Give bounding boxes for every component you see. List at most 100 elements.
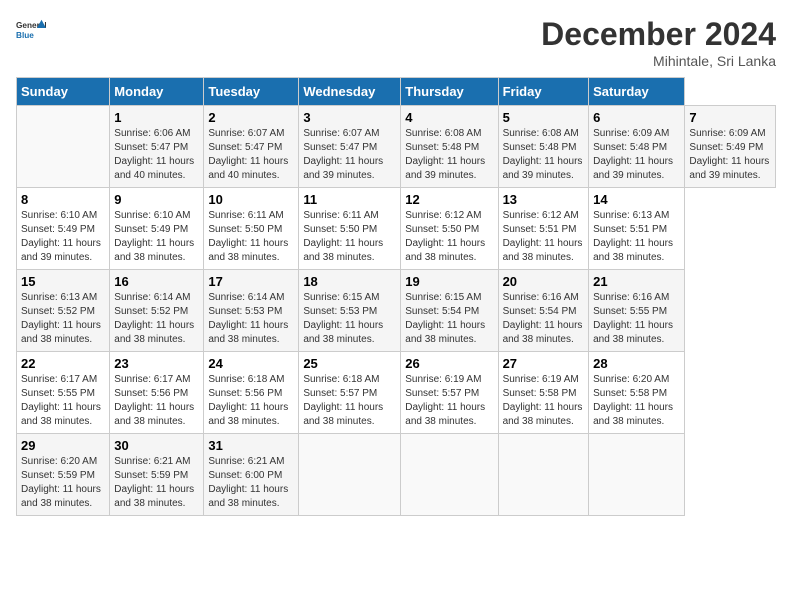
header-wednesday: Wednesday (299, 78, 401, 106)
day-info: Sunrise: 6:21 AMSunset: 5:59 PMDaylight:… (114, 455, 199, 511)
day-info: Sunrise: 6:08 AMSunset: 5:48 PMDaylight:… (503, 127, 585, 183)
day-number: 27 (503, 356, 585, 371)
day-info: Sunrise: 6:14 AMSunset: 5:53 PMDaylight:… (208, 291, 294, 347)
day-info: Sunrise: 6:10 AMSunset: 5:49 PMDaylight:… (21, 209, 105, 265)
calendar-cell (589, 434, 685, 516)
day-info: Sunrise: 6:19 AMSunset: 5:58 PMDaylight:… (503, 373, 585, 429)
calendar-cell (17, 106, 110, 188)
day-info: Sunrise: 6:10 AMSunset: 5:49 PMDaylight:… (114, 209, 199, 265)
calendar-cell: 27 Sunrise: 6:19 AMSunset: 5:58 PMDayligh… (498, 352, 589, 434)
calendar-cell: 26Sunrise: 6:19 AMSunset: 5:57 PMDayligh… (401, 352, 498, 434)
day-info: Sunrise: 6:07 AMSunset: 5:47 PMDaylight:… (208, 127, 294, 183)
calendar-cell: 5 Sunrise: 6:08 AMSunset: 5:48 PMDaylight… (498, 106, 589, 188)
calendar-cell: 15 Sunrise: 6:13 AMSunset: 5:52 PMDayligh… (17, 270, 110, 352)
day-number: 1 (114, 110, 199, 125)
day-info: Sunrise: 6:07 AMSunset: 5:47 PMDaylight:… (303, 127, 396, 183)
day-info: Sunrise: 6:13 AMSunset: 5:52 PMDaylight:… (21, 291, 105, 347)
day-info: Sunrise: 6:14 AMSunset: 5:52 PMDaylight:… (114, 291, 199, 347)
logo-icon: General Blue (16, 16, 46, 46)
day-number: 3 (303, 110, 396, 125)
calendar-cell: 12 Sunrise: 6:12 AMSunset: 5:50 PMDayligh… (401, 188, 498, 270)
day-number: 22 (21, 356, 105, 371)
calendar-cell: 14Sunrise: 6:13 AMSunset: 5:51 PMDayligh… (589, 188, 685, 270)
day-number: 11 (303, 192, 396, 207)
location-subtitle: Mihintale, Sri Lanka (541, 53, 776, 69)
day-info: Sunrise: 6:16 AMSunset: 5:54 PMDaylight:… (503, 291, 585, 347)
title-block: December 2024 Mihintale, Sri Lanka (541, 16, 776, 69)
header-tuesday: Tuesday (204, 78, 299, 106)
calendar-cell: 30 Sunrise: 6:21 AMSunset: 5:59 PMDayligh… (110, 434, 204, 516)
day-info: Sunrise: 6:12 AMSunset: 5:51 PMDaylight:… (503, 209, 585, 265)
day-number: 7 (689, 110, 771, 125)
day-number: 30 (114, 438, 199, 453)
day-number: 26 (405, 356, 493, 371)
calendar-cell (299, 434, 401, 516)
calendar-cell: 9Sunrise: 6:10 AMSunset: 5:49 PMDaylight… (110, 188, 204, 270)
calendar-cell: 29Sunrise: 6:20 AMSunset: 5:59 PMDayligh… (17, 434, 110, 516)
calendar-cell: 6 Sunrise: 6:09 AMSunset: 5:48 PMDaylight… (589, 106, 685, 188)
day-info: Sunrise: 6:20 AMSunset: 5:58 PMDaylight:… (593, 373, 680, 429)
day-info: Sunrise: 6:11 AMSunset: 5:50 PMDaylight:… (303, 209, 396, 265)
logo: General Blue (16, 16, 46, 46)
day-info: Sunrise: 6:15 AMSunset: 5:54 PMDaylight:… (405, 291, 493, 347)
day-info: Sunrise: 6:09 AMSunset: 5:48 PMDaylight:… (593, 127, 680, 183)
day-number: 19 (405, 274, 493, 289)
day-number: 28 (593, 356, 680, 371)
day-info: Sunrise: 6:21 AMSunset: 6:00 PMDaylight:… (208, 455, 294, 511)
header-friday: Friday (498, 78, 589, 106)
day-info: Sunrise: 6:12 AMSunset: 5:50 PMDaylight:… (405, 209, 493, 265)
month-title: December 2024 (541, 16, 776, 53)
calendar-cell: 31 Sunrise: 6:21 AMSunset: 6:00 PMDayligh… (204, 434, 299, 516)
page-header: General Blue December 2024 Mihintale, Sr… (16, 16, 776, 69)
day-number: 8 (21, 192, 105, 207)
calendar-cell: 17 Sunrise: 6:14 AMSunset: 5:53 PMDayligh… (204, 270, 299, 352)
day-info: Sunrise: 6:15 AMSunset: 5:53 PMDaylight:… (303, 291, 396, 347)
calendar-cell: 16 Sunrise: 6:14 AMSunset: 5:52 PMDayligh… (110, 270, 204, 352)
header-saturday: Saturday (589, 78, 685, 106)
header-sunday: Sunday (17, 78, 110, 106)
calendar-table: SundayMondayTuesdayWednesdayThursdayFrid… (16, 77, 776, 516)
calendar-cell: 23 Sunrise: 6:17 AMSunset: 5:56 PMDayligh… (110, 352, 204, 434)
calendar-cell (401, 434, 498, 516)
calendar-cell: 3 Sunrise: 6:07 AMSunset: 5:47 PMDaylight… (299, 106, 401, 188)
calendar-cell: 24 Sunrise: 6:18 AMSunset: 5:56 PMDayligh… (204, 352, 299, 434)
day-number: 14 (593, 192, 680, 207)
day-number: 13 (503, 192, 585, 207)
calendar-cell: 28 Sunrise: 6:20 AMSunset: 5:58 PMDayligh… (589, 352, 685, 434)
calendar-cell: 19 Sunrise: 6:15 AMSunset: 5:54 PMDayligh… (401, 270, 498, 352)
day-info: Sunrise: 6:16 AMSunset: 5:55 PMDaylight:… (593, 291, 680, 347)
day-number: 17 (208, 274, 294, 289)
day-number: 5 (503, 110, 585, 125)
calendar-cell: 4 Sunrise: 6:08 AMSunset: 5:48 PMDaylight… (401, 106, 498, 188)
calendar-cell: 8 Sunrise: 6:10 AMSunset: 5:49 PMDaylight… (17, 188, 110, 270)
day-number: 18 (303, 274, 396, 289)
day-info: Sunrise: 6:18 AMSunset: 5:56 PMDaylight:… (208, 373, 294, 429)
day-number: 25 (303, 356, 396, 371)
calendar-cell: 25 Sunrise: 6:18 AMSunset: 5:57 PMDayligh… (299, 352, 401, 434)
day-number: 31 (208, 438, 294, 453)
calendar-cell: 2Sunrise: 6:07 AMSunset: 5:47 PMDaylight… (204, 106, 299, 188)
day-number: 29 (21, 438, 105, 453)
day-info: Sunrise: 6:17 AMSunset: 5:56 PMDaylight:… (114, 373, 199, 429)
day-info: Sunrise: 6:08 AMSunset: 5:48 PMDaylight:… (405, 127, 493, 183)
calendar-cell: 11 Sunrise: 6:11 AMSunset: 5:50 PMDayligh… (299, 188, 401, 270)
day-info: Sunrise: 6:06 AMSunset: 5:47 PMDaylight:… (114, 127, 199, 183)
calendar-cell: 13 Sunrise: 6:12 AMSunset: 5:51 PMDayligh… (498, 188, 589, 270)
calendar-cell: 7Sunrise: 6:09 AMSunset: 5:49 PMDaylight… (685, 106, 776, 188)
calendar-cell: 20 Sunrise: 6:16 AMSunset: 5:54 PMDayligh… (498, 270, 589, 352)
day-number: 16 (114, 274, 199, 289)
day-number: 21 (593, 274, 680, 289)
svg-text:Blue: Blue (16, 31, 34, 40)
day-number: 6 (593, 110, 680, 125)
day-number: 15 (21, 274, 105, 289)
day-number: 23 (114, 356, 199, 371)
day-number: 4 (405, 110, 493, 125)
day-number: 20 (503, 274, 585, 289)
day-number: 10 (208, 192, 294, 207)
day-number: 24 (208, 356, 294, 371)
calendar-cell (498, 434, 589, 516)
day-info: Sunrise: 6:18 AMSunset: 5:57 PMDaylight:… (303, 373, 396, 429)
calendar-cell: 18 Sunrise: 6:15 AMSunset: 5:53 PMDayligh… (299, 270, 401, 352)
header-thursday: Thursday (401, 78, 498, 106)
day-number: 12 (405, 192, 493, 207)
